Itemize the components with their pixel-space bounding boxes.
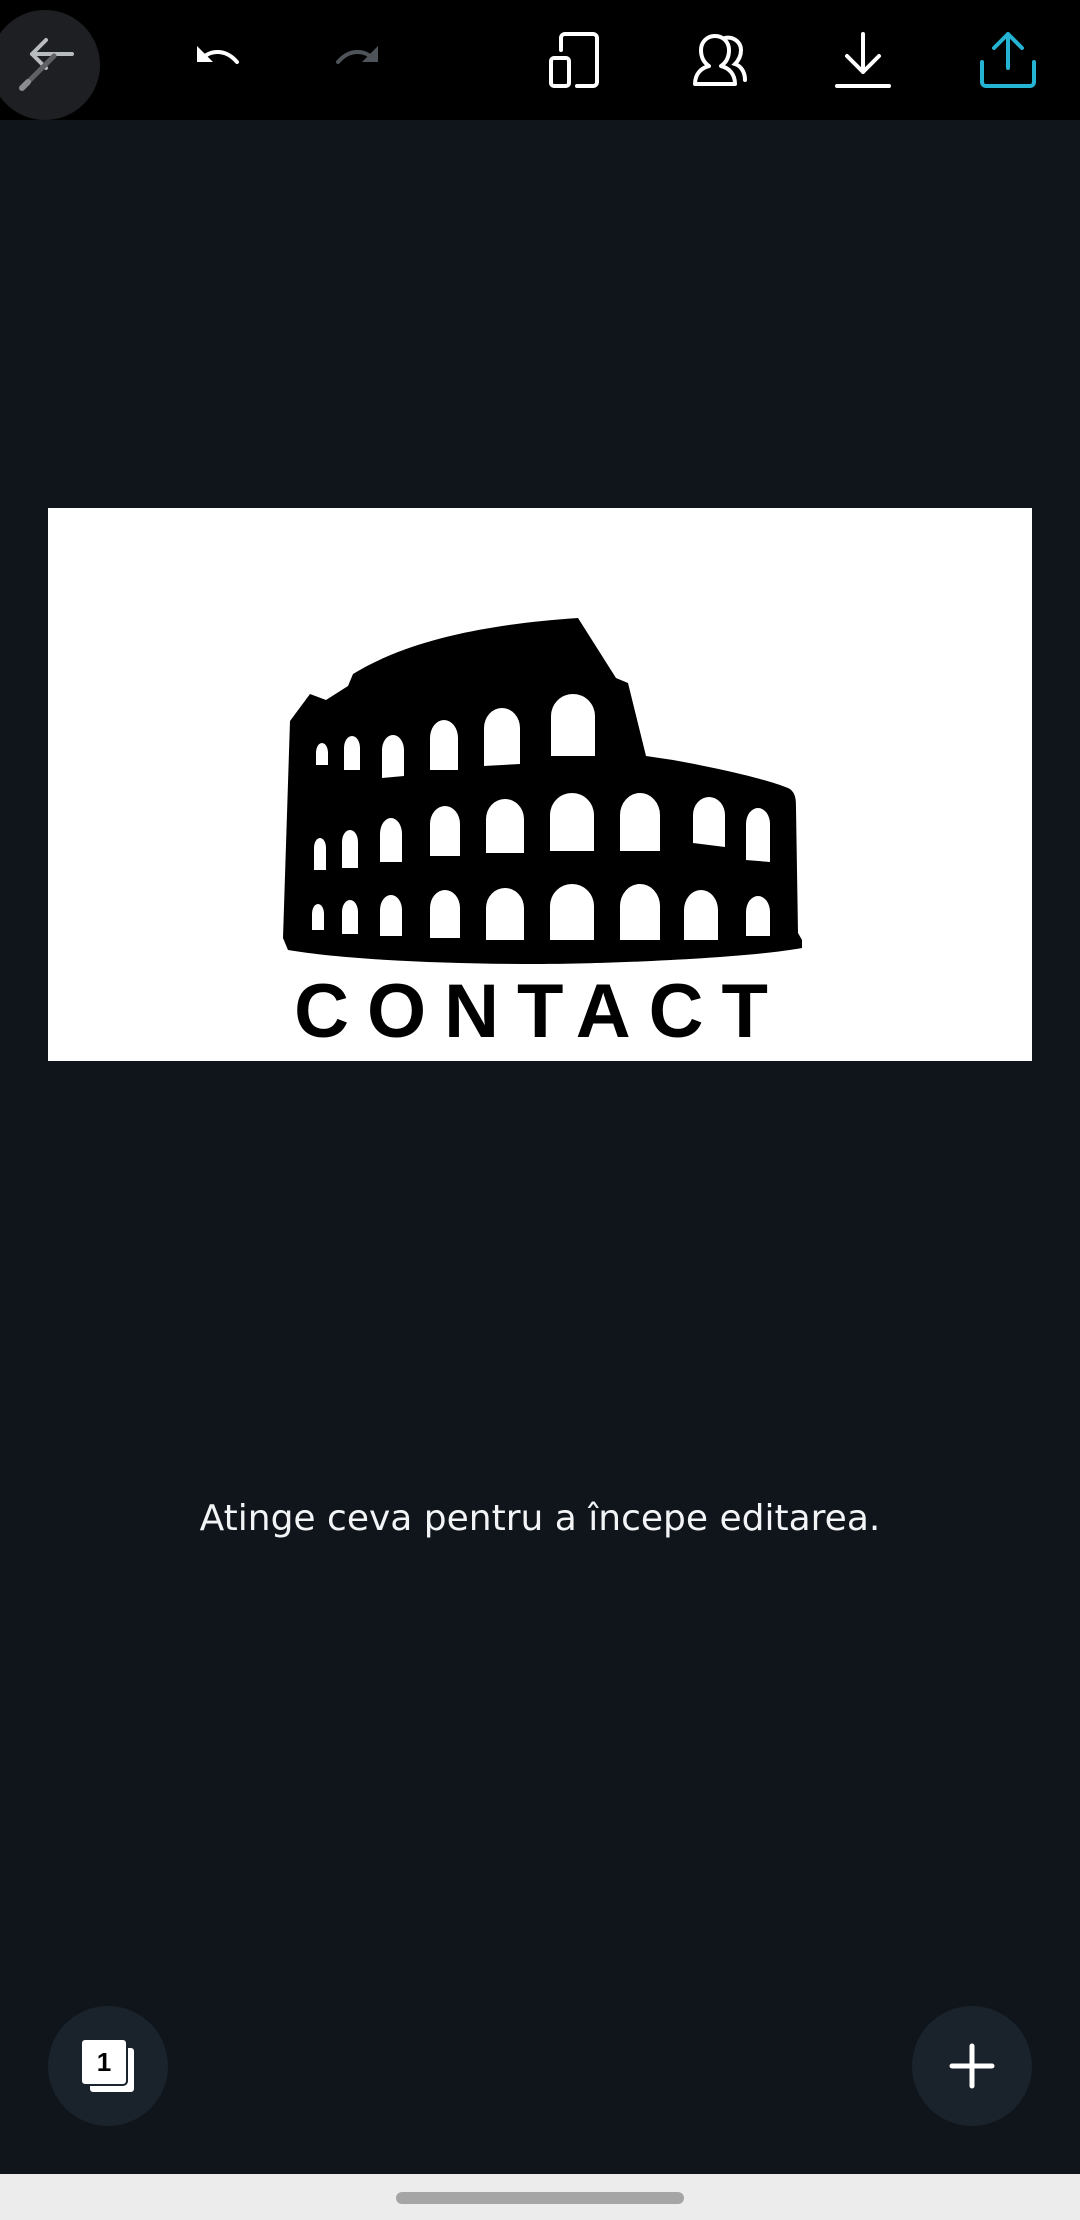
logo-text[interactable]: CONTACT — [48, 968, 1032, 1055]
page-number: 1 — [96, 2046, 112, 2077]
home-indicator[interactable] — [396, 2192, 684, 2204]
editing-hint: Atinge ceva pentru a începe editarea. — [199, 1498, 881, 1539]
download-button[interactable] — [813, 10, 913, 110]
add-element-button[interactable] — [912, 2006, 1032, 2126]
design-canvas[interactable]: CONTACT — [48, 508, 1032, 1061]
pages-icon: 1 — [80, 2038, 136, 2094]
top-toolbar — [0, 0, 1080, 120]
download-icon — [835, 32, 891, 88]
resize-button[interactable] — [525, 10, 625, 110]
share-button[interactable] — [958, 10, 1058, 110]
undo-icon — [197, 46, 239, 64]
back-button[interactable] — [0, 10, 100, 110]
arrow-left-icon — [19, 38, 74, 91]
redo-button[interactable] — [310, 10, 410, 110]
resize-icon — [549, 32, 599, 88]
undo-button[interactable] — [165, 10, 265, 110]
share-upload-icon — [980, 32, 1036, 88]
collaborate-button[interactable] — [669, 10, 769, 110]
people-icon — [693, 34, 747, 86]
plus-icon — [949, 2043, 995, 2089]
pages-button[interactable]: 1 — [48, 2006, 168, 2126]
logo-graphic[interactable]: CONTACT — [48, 508, 1032, 1061]
redo-icon — [336, 46, 378, 64]
